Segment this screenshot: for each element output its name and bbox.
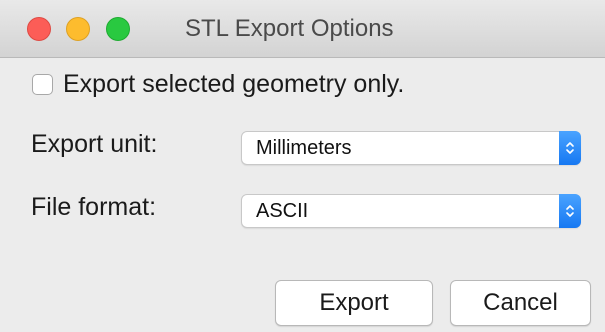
stl-export-dialog: STL Export Options Export selected geome… [0,0,605,332]
cancel-button[interactable]: Cancel [450,280,591,326]
file-format-label: File format: [31,193,157,221]
zoom-window-button[interactable] [106,17,130,41]
export-selected-only-checkbox[interactable] [32,73,53,95]
export-unit-label: Export unit: [31,130,158,158]
title-bar: STL Export Options [0,0,605,58]
file-format-select[interactable]: ASCII [241,194,581,228]
window-title: STL Export Options [185,15,394,42]
export-unit-select[interactable]: Millimeters [241,131,581,165]
export-selected-only-row[interactable]: Export selected geometry only. [32,69,404,99]
minimize-window-button[interactable] [66,17,90,41]
export-button[interactable]: Export [275,280,433,326]
export-selected-only-label[interactable]: Export selected geometry only. [63,70,404,99]
close-window-button[interactable] [27,17,51,41]
file-format-value: ASCII [256,200,309,222]
export-unit-value: Millimeters [256,137,352,159]
updown-chevron-icon [559,194,581,228]
updown-chevron-icon [559,131,581,165]
